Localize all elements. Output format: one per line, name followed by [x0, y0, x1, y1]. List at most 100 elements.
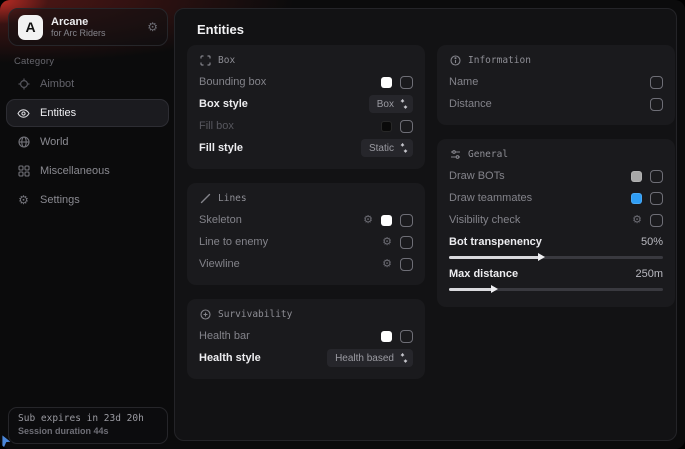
health-cross-icon: [199, 308, 211, 320]
config-gear-icon[interactable]: ⚙: [632, 215, 642, 226]
box-card: Box Bounding box Box style Box: [187, 45, 425, 169]
setting-label: Draw BOTs: [449, 170, 505, 182]
setting-label: Box style: [199, 98, 248, 110]
color-swatch[interactable]: [381, 331, 392, 342]
survivability-card: Survivability Health bar Health style He…: [187, 299, 425, 379]
sidebar-nav: Aimbot Entities World Miscellaneous: [6, 70, 169, 214]
setting-row-fill-box: Fill box: [199, 115, 413, 137]
app-logo: A: [18, 15, 43, 40]
sidebar-item-entities[interactable]: Entities: [6, 99, 169, 127]
sub-expires-text: Sub expires in 23d 20h: [18, 413, 158, 424]
setting-label: Draw teammates: [449, 192, 532, 204]
left-column: Box Bounding box Box style Box: [187, 45, 425, 379]
logo-card: A Arcane for Arc Riders ⚙: [8, 8, 168, 46]
card-title: Information: [468, 55, 531, 66]
info-icon: [449, 54, 461, 66]
setting-row-viewline: Viewline ⚙: [199, 253, 413, 275]
setting-label: Health bar: [199, 330, 250, 342]
setting-label: Fill style: [199, 142, 243, 154]
slider-value: 250m: [635, 268, 663, 280]
line-icon: [199, 192, 211, 204]
dropdown-value: Static: [369, 143, 394, 154]
bot-transparency-slider[interactable]: [449, 256, 663, 259]
box-style-dropdown[interactable]: Box: [369, 95, 413, 113]
setting-label: Name: [449, 76, 478, 88]
draw-teammates-checkbox[interactable]: [650, 192, 663, 205]
setting-row-box-style: Box style Box: [199, 93, 413, 115]
config-gear-icon[interactable]: ⚙: [382, 259, 392, 270]
name-checkbox[interactable]: [650, 76, 663, 89]
color-swatch[interactable]: [631, 193, 642, 204]
config-gear-icon[interactable]: ⚙: [363, 215, 373, 226]
right-column: Information Name Distance General: [437, 45, 675, 307]
general-card: General Draw BOTs Draw teammates: [437, 139, 675, 307]
visibility-check-checkbox[interactable]: [650, 214, 663, 227]
eye-icon: [17, 107, 30, 120]
color-swatch[interactable]: [381, 77, 392, 88]
sidebar-item-world[interactable]: World: [6, 128, 169, 156]
setting-row-health-bar: Health bar: [199, 325, 413, 347]
setting-label: Bounding box: [199, 76, 266, 88]
health-bar-checkbox[interactable]: [400, 330, 413, 343]
fill-style-dropdown[interactable]: Static: [361, 139, 413, 157]
color-swatch[interactable]: [381, 215, 392, 226]
color-swatch[interactable]: [381, 121, 392, 132]
sidebar-item-miscellaneous[interactable]: Miscellaneous: [6, 157, 169, 185]
config-gear-icon[interactable]: ⚙: [382, 237, 392, 248]
draw-bots-checkbox[interactable]: [650, 170, 663, 183]
card-title: Lines: [218, 193, 247, 204]
bounding-box-icon: [199, 54, 211, 66]
max-distance-slider-group: Max distance 250m: [449, 265, 663, 291]
color-swatch[interactable]: [631, 171, 642, 182]
updown-arrows-icon: [400, 99, 408, 109]
globe-icon: [17, 136, 30, 149]
slider-thumb[interactable]: [538, 253, 545, 261]
slider-thumb[interactable]: [491, 285, 498, 293]
setting-row-skeleton: Skeleton ⚙: [199, 209, 413, 231]
crosshair-icon: [17, 78, 30, 91]
setting-row-visibility-check: Visibility check ⚙: [449, 209, 663, 231]
updown-arrows-icon: [400, 353, 408, 363]
main-panel: Entities Box Bounding box: [174, 8, 677, 441]
dropdown-value: Health based: [335, 353, 394, 364]
max-distance-slider[interactable]: [449, 288, 663, 291]
skeleton-checkbox[interactable]: [400, 214, 413, 227]
grid-icon: [17, 165, 30, 178]
setting-label: Fill box: [199, 120, 234, 132]
setting-row-name: Name: [449, 71, 663, 93]
health-style-dropdown[interactable]: Health based: [327, 349, 413, 367]
sliders-icon: [449, 148, 461, 160]
category-label: Category: [14, 56, 54, 67]
updown-arrows-icon: [400, 143, 408, 153]
sidebar-item-label: Miscellaneous: [40, 165, 110, 177]
distance-checkbox[interactable]: [650, 98, 663, 111]
setting-label: Skeleton: [199, 214, 242, 226]
session-duration-text: Session duration 44s: [18, 426, 158, 436]
setting-row-fill-style: Fill style Static: [199, 137, 413, 159]
setting-row-draw-teammates: Draw teammates: [449, 187, 663, 209]
sidebar-item-settings[interactable]: ⚙ Settings: [6, 186, 169, 214]
app-subtitle: for Arc Riders: [51, 28, 139, 38]
slider-value: 50%: [641, 236, 663, 248]
bounding-box-checkbox[interactable]: [400, 76, 413, 89]
setting-row-health-style: Health style Health based: [199, 347, 413, 369]
sidebar-item-aimbot[interactable]: Aimbot: [6, 70, 169, 98]
setting-row-line-to-enemy: Line to enemy ⚙: [199, 231, 413, 253]
sidebar-item-label: Settings: [40, 194, 80, 206]
setting-row-distance: Distance: [449, 93, 663, 115]
setting-label: Line to enemy: [199, 236, 268, 248]
dropdown-value: Box: [377, 99, 394, 110]
setting-row-bounding-box: Bounding box: [199, 71, 413, 93]
app-window: A Arcane for Arc Riders ⚙ Category Aimbo…: [0, 0, 685, 449]
sidebar-item-label: World: [40, 136, 69, 148]
viewline-checkbox[interactable]: [400, 258, 413, 271]
fill-box-checkbox[interactable]: [400, 120, 413, 133]
settings-gear-icon[interactable]: ⚙: [147, 21, 158, 33]
information-card: Information Name Distance: [437, 45, 675, 125]
line-to-enemy-checkbox[interactable]: [400, 236, 413, 249]
subscription-card: Sub expires in 23d 20h Session duration …: [8, 407, 168, 444]
sidebar-item-label: Aimbot: [40, 78, 74, 90]
lines-card: Lines Skeleton ⚙ Line to enemy ⚙: [187, 183, 425, 285]
card-title: Survivability: [218, 309, 292, 320]
sidebar: A Arcane for Arc Riders ⚙ Category Aimbo…: [0, 0, 174, 449]
